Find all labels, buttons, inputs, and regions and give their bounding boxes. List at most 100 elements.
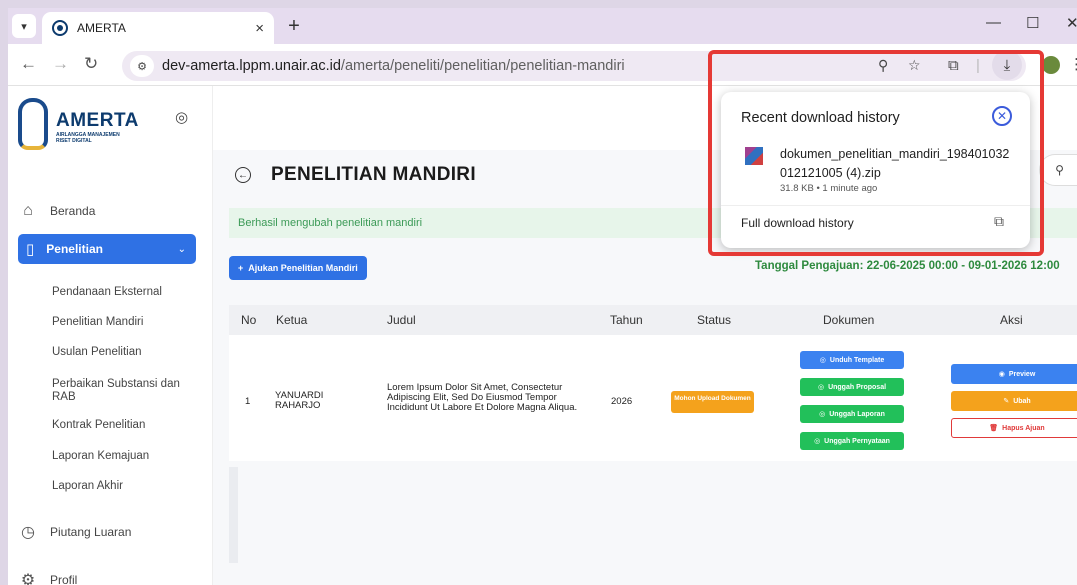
download-file-name[interactable]: dokumen_penelitian_mandiri_1984010320121… bbox=[780, 145, 1010, 183]
edit-icon: ✎ bbox=[1003, 398, 1010, 405]
downloads-button[interactable]: ⤓ bbox=[992, 50, 1022, 80]
logo-brand: AMERTA bbox=[56, 110, 139, 131]
site-settings-icon[interactable]: ⚙ bbox=[130, 55, 154, 77]
open-external-icon[interactable]: ⧉ bbox=[994, 213, 1004, 230]
upload-icon: ◎ bbox=[814, 438, 821, 445]
sidebar-subitem[interactable]: Kontrak Penelitian bbox=[52, 419, 202, 432]
sidebar-subitem[interactable]: Usulan Penelitian bbox=[52, 346, 202, 359]
book-icon: ▯ bbox=[26, 241, 35, 258]
button-label: Unggah Laporan bbox=[829, 410, 885, 418]
row-no: 1 bbox=[245, 396, 251, 407]
button-label: Unduh Template bbox=[829, 356, 885, 364]
new-tab-button[interactable]: + bbox=[282, 14, 306, 38]
sidebar-item-beranda[interactable]: ⌂ Beranda bbox=[18, 202, 95, 220]
col-ketua: Ketua bbox=[276, 313, 308, 327]
sidebar-item-label: Piutang Luaran bbox=[50, 525, 132, 539]
download-history-popup: Recent download history ✕ dokumen_peneli… bbox=[721, 92, 1030, 248]
button-label: Ubah bbox=[1013, 397, 1031, 405]
address-bar[interactable]: ⚙ dev-amerta.lppm.unair.ac.id/amerta/pen… bbox=[122, 51, 1026, 81]
tab-search-button[interactable]: ▾ bbox=[12, 14, 36, 38]
table-header: No Ketua Judul Tahun Status Dokumen Aksi bbox=[229, 305, 1077, 335]
close-icon[interactable]: ✕ bbox=[992, 106, 1012, 126]
download-icon: ◎ bbox=[819, 357, 826, 364]
sidebar-subitem[interactable]: Penelitian Mandiri bbox=[52, 316, 202, 329]
close-window-icon[interactable]: ✕ bbox=[1066, 14, 1077, 32]
ajukan-label: Ajukan Penelitian Mandiri bbox=[248, 263, 358, 273]
logo-subtitle: AIRLANGGA MANAJEMEN RISET DIGITAL bbox=[56, 132, 120, 144]
sidebar-subitem[interactable]: Laporan Kemajuan bbox=[52, 450, 202, 463]
gear-icon: ⚙ bbox=[20, 572, 36, 585]
ubah-button[interactable]: ✎ Ubah bbox=[951, 391, 1077, 411]
toolbar-divider: | bbox=[976, 57, 980, 74]
unduh-template-button[interactable]: ◎ Unduh Template bbox=[800, 351, 904, 369]
status-badge: Mohon Upload Dokumen bbox=[671, 391, 754, 413]
amerta-logo: AMERTA AIRLANGGA MANAJEMEN RISET DIGITAL bbox=[18, 98, 178, 154]
eye-icon: ◉ bbox=[998, 371, 1005, 378]
button-label: Hapus Ajuan bbox=[1002, 424, 1045, 432]
col-dokumen: Dokumen bbox=[823, 313, 875, 327]
button-label: Unggah Proposal bbox=[828, 383, 887, 391]
reload-icon[interactable]: ↻ bbox=[84, 54, 98, 74]
browser-window: ▾ AMERTA × + — ☐ ✕ ← → ↻ ⚙ dev-amerta.lp… bbox=[8, 8, 1077, 585]
button-label: Preview bbox=[1008, 370, 1036, 378]
unggah-laporan-button[interactable]: ◎ Unggah Laporan bbox=[800, 405, 904, 423]
tab-title: AMERTA bbox=[77, 21, 126, 35]
sidebar-item-profil[interactable]: ⚙ Profil bbox=[18, 570, 78, 585]
chevron-down-icon: ⌄ bbox=[177, 243, 186, 255]
sidebar-item-piutang-luaran[interactable]: ◷ Piutang Luaran bbox=[18, 522, 131, 542]
unggah-pernyataan-button[interactable]: ◎ Unggah Pernyataan bbox=[800, 432, 904, 450]
page-title: PENELITIAN MANDIRI bbox=[271, 164, 476, 185]
plus-icon: + bbox=[238, 263, 244, 273]
download-icon: ⤓ bbox=[1003, 56, 1011, 74]
sidebar-item-label: Beranda bbox=[50, 204, 96, 218]
full-download-history-link[interactable]: Full download history bbox=[741, 216, 854, 230]
preview-button[interactable]: ◉ Preview bbox=[951, 364, 1077, 384]
zip-file-icon bbox=[745, 147, 763, 165]
profile-avatar[interactable] bbox=[1042, 56, 1060, 74]
extensions-icon[interactable]: ⧉ bbox=[948, 57, 959, 74]
col-aksi: Aksi bbox=[1000, 313, 1023, 327]
table-scrollbar[interactable] bbox=[229, 467, 238, 563]
upload-icon: ◎ bbox=[819, 411, 826, 418]
home-icon: ⌂ bbox=[23, 202, 33, 219]
sidebar: AMERTA AIRLANGGA MANAJEMEN RISET DIGITAL… bbox=[8, 86, 213, 585]
col-judul: Judul bbox=[387, 313, 416, 327]
browser-tab[interactable]: AMERTA × bbox=[42, 12, 274, 44]
chevron-down-icon: ▾ bbox=[21, 20, 27, 33]
logo-mark-icon bbox=[18, 98, 48, 150]
zoom-icon[interactable]: ⚲ bbox=[878, 57, 888, 74]
sidebar-item-label: Profil bbox=[50, 573, 78, 585]
close-tab-icon[interactable]: × bbox=[255, 20, 264, 37]
table-row: 1 YANUARDI RAHARJO Lorem Ipsum Dolor Sit… bbox=[229, 335, 1077, 461]
download-file-meta: 31.8 KB • 1 minute ago bbox=[780, 183, 878, 194]
clock-icon: ◷ bbox=[21, 524, 35, 541]
sidebar-item-label: Penelitian bbox=[46, 242, 103, 256]
search-button[interactable]: ⚲ bbox=[1039, 154, 1077, 186]
row-ketua: YANUARDI RAHARJO bbox=[275, 390, 324, 411]
upload-icon: ◎ bbox=[817, 384, 825, 391]
amerta-favicon-icon bbox=[52, 20, 68, 36]
unggah-proposal-button[interactable]: ◎ Unggah Proposal bbox=[800, 378, 904, 396]
maximize-icon[interactable]: ☐ bbox=[1026, 14, 1039, 32]
col-tahun: Tahun bbox=[610, 313, 643, 327]
back-icon[interactable]: ← bbox=[20, 54, 37, 74]
search-icon: ⚲ bbox=[1055, 163, 1064, 177]
sidebar-item-penelitian[interactable]: ▯ Penelitian ⌄ bbox=[18, 234, 196, 264]
minimize-icon[interactable]: — bbox=[986, 14, 1001, 31]
menu-icon[interactable]: ⋮ bbox=[1069, 55, 1077, 73]
sidebar-subitem[interactable]: Laporan Akhir bbox=[52, 480, 202, 493]
forward-icon[interactable]: → bbox=[52, 54, 69, 74]
tab-strip: ▾ AMERTA × + — ☐ ✕ bbox=[8, 8, 1077, 44]
url-text: dev-amerta.lppm.unair.ac.id/amerta/penel… bbox=[162, 58, 625, 74]
ajukan-penelitian-button[interactable]: + Ajukan Penelitian Mandiri bbox=[229, 256, 367, 280]
button-label: Unggah Pernyataan bbox=[824, 437, 890, 445]
col-status: Status bbox=[697, 313, 732, 327]
popup-title: Recent download history bbox=[741, 110, 900, 126]
sidebar-toggle-icon[interactable]: ◎ bbox=[175, 108, 188, 126]
sidebar-subitem[interactable]: Pendanaan Eksternal bbox=[52, 286, 202, 299]
bookmark-star-icon[interactable]: ☆ bbox=[908, 57, 921, 74]
col-no: No bbox=[241, 313, 257, 327]
hapus-ajuan-button[interactable]: 🗑 Hapus Ajuan bbox=[951, 418, 1077, 438]
back-arrow-icon[interactable]: ← bbox=[235, 167, 251, 183]
sidebar-subitem[interactable]: Perbaikan Substansi dan RAB bbox=[52, 378, 202, 404]
